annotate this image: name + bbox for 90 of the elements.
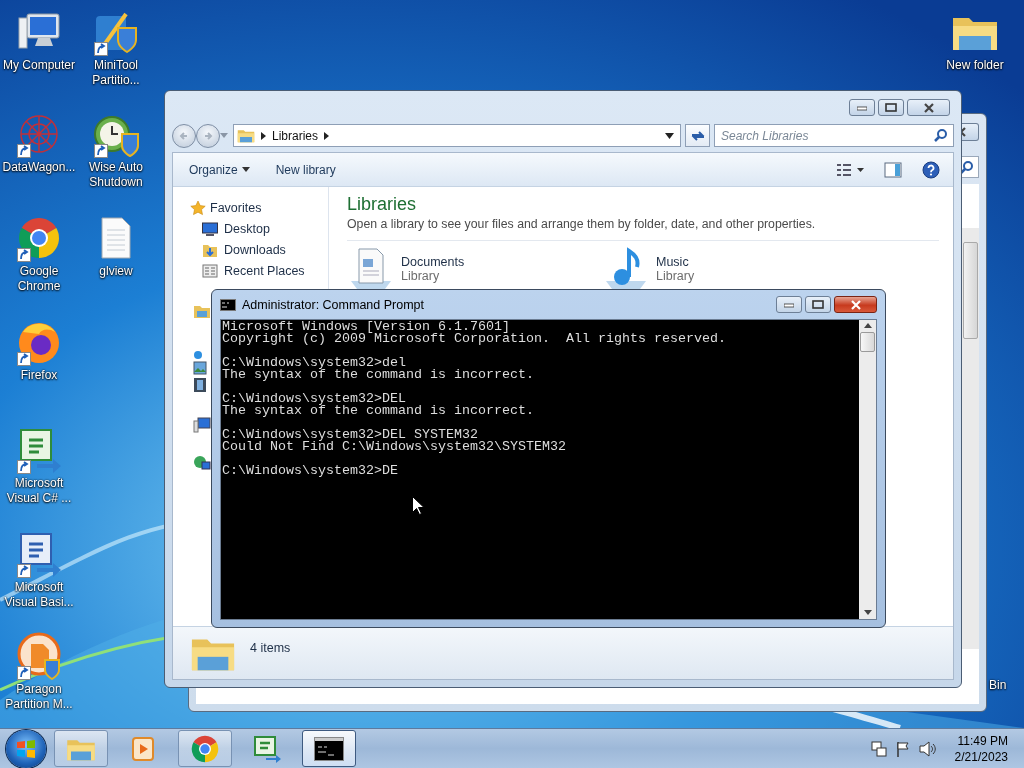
minimize-button[interactable] [776, 296, 802, 313]
console-line: C:\Windows\system32>del [222, 357, 406, 369]
nav-item[interactable]: Downloads [190, 239, 328, 260]
maximize-icon [812, 300, 824, 309]
desktop-icon-label[interactable]: MiniTool Partitio... [77, 58, 155, 88]
view-list-icon [836, 162, 864, 177]
windows-logo-icon [15, 737, 37, 760]
search-icon [960, 160, 974, 174]
disk-arrows-icon [15, 632, 63, 680]
close-icon [849, 299, 862, 310]
page-heading: Libraries [347, 193, 418, 215]
minimize-icon [857, 104, 867, 111]
clock-date: 2/21/2023 [954, 748, 1008, 765]
library-type: Library [656, 269, 695, 283]
clock[interactable]: 11:49 PM 2/21/2023 [954, 732, 1008, 765]
caret-icon [241, 167, 250, 172]
close-button[interactable] [907, 99, 950, 116]
forward-arrow-icon [203, 130, 213, 141]
chevron-icon [324, 131, 330, 140]
minimize-button[interactable] [849, 99, 875, 116]
start-button[interactable] [6, 729, 46, 768]
maximize-button[interactable] [878, 99, 904, 116]
caret-icon [665, 132, 674, 139]
desktop-icon-label[interactable]: Wise Auto Shutdown [77, 160, 155, 190]
desktop-icon-label[interactable]: Bin [989, 678, 1007, 693]
caret-icon [220, 132, 229, 139]
close-button[interactable] [834, 296, 877, 313]
clock-time: 11:49 PM [957, 732, 1008, 749]
nav-item[interactable]: Recent Places [190, 260, 328, 281]
network-icon[interactable] [870, 740, 887, 757]
desktop-icon-label[interactable]: My Computer [0, 58, 78, 73]
mouse-pointer-icon [412, 496, 424, 515]
film-icon [193, 377, 207, 393]
desktop-icon-label[interactable]: glview [77, 264, 155, 279]
console-line: The syntax of the command is incorrect. [222, 405, 535, 417]
minimize-icon [784, 301, 794, 308]
description-text: Open a library to see your files and arrange them by folder, date, and other properties. [347, 217, 939, 241]
maximize-icon [885, 103, 897, 112]
scrollbar[interactable] [859, 320, 876, 619]
console-line: C:\Windows\system32>DE [222, 465, 399, 477]
window-title: Administrator: Command Prompt [242, 297, 425, 312]
library-icon [193, 303, 211, 319]
item-count: 4 items [250, 641, 291, 655]
taskbar-button[interactable] [302, 730, 356, 767]
console-icon [314, 736, 344, 761]
nav-item[interactable]: Favorites [190, 197, 328, 218]
console-line: C:\Windows\system32>DEL [222, 393, 406, 405]
back-button[interactable] [172, 123, 196, 148]
preview-pane-icon [884, 161, 902, 178]
scroll-down-icon [863, 610, 872, 615]
scroll-up-icon [863, 323, 872, 328]
toolbar-button[interactable]: New library [267, 158, 344, 181]
desktop-icon-label[interactable]: Firefox [0, 368, 78, 383]
play-icon [129, 734, 157, 763]
library-type: Library [401, 269, 441, 283]
library-folder-icon [237, 128, 255, 143]
monitor-icon [202, 221, 218, 236]
refresh-icon [689, 128, 706, 143]
toolbar-button[interactable]: Organize [181, 158, 258, 181]
console-line: Microsoft Windows [Version 6.1.7601] [222, 321, 510, 333]
console-line: Copyright (c) 2009 Microsoft Corporation. All rights reserved. [222, 333, 727, 345]
address-bar[interactable]: Libraries [233, 124, 681, 147]
chevron-icon [261, 131, 266, 140]
desktop-icon-label[interactable]: Google Chrome [0, 264, 78, 294]
scrollbar-thumb[interactable] [860, 332, 875, 352]
help-icon [922, 160, 940, 179]
network-icon [193, 455, 211, 471]
library-name[interactable]: Music [656, 255, 695, 269]
console-line: The syntax of the command is incorrect. [222, 369, 535, 381]
search-field[interactable]: Search Libraries [714, 124, 954, 147]
maximize-button[interactable] [805, 296, 831, 313]
refresh-button[interactable] [685, 124, 710, 147]
nav-item[interactable]: Desktop [190, 218, 328, 239]
flag-icon[interactable] [894, 740, 911, 757]
star-icon [190, 199, 206, 216]
speaker-icon[interactable] [918, 740, 937, 757]
library-name[interactable]: Documents [401, 255, 465, 269]
close-icon [922, 102, 935, 113]
console-line: C:\Windows\system32>DEL SYSTEM32 [222, 429, 478, 441]
project-icon [252, 734, 282, 763]
desktop-icon-label[interactable]: DataWagon... [0, 160, 78, 175]
console-icon [220, 298, 236, 311]
desktop-icon-label[interactable]: New folder [936, 58, 1014, 73]
search-icon [934, 128, 948, 142]
console-line: Could Not Find C:\Windows\system32\SYSTEM32 [222, 441, 567, 453]
picture-library-icon [193, 361, 207, 375]
forward-button[interactable] [196, 123, 220, 148]
recent-places-icon [202, 262, 218, 279]
back-arrow-icon [179, 130, 189, 141]
scrollbar-thumb[interactable] [963, 242, 978, 339]
